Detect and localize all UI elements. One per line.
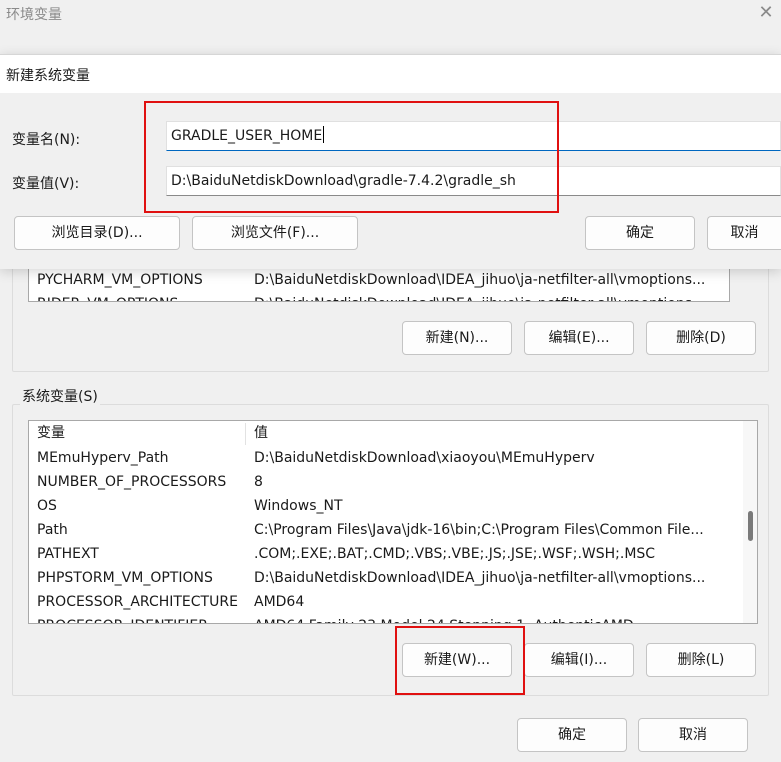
variable-name-text: GRADLE_USER_HOME [171,128,323,144]
vertical-scrollbar[interactable] [743,421,757,623]
user-delete-button[interactable]: 删除(D) [646,321,756,355]
table-row[interactable]: PROCESSOR_ARCHITECTURE AMD64 [29,590,757,614]
table-row[interactable]: PATHEXT .COM;.EXE;.BAT;.CMD;.VBS;.VBE;.J… [29,542,757,566]
system-vars-list[interactable]: 变量 值 MEmuHyperv_Path D:\BaiduNetdiskDown… [28,420,758,624]
var-name: RIDER_VM_OPTIONS [37,292,178,301]
window-title: 环境变量 [6,7,62,23]
column-header-var[interactable]: 变量 [37,421,65,445]
variable-name-input[interactable]: GRADLE_USER_HOME [166,121,781,151]
var-name: PROCESSOR_ARCHITECTURE [37,594,238,610]
dialog-ok-button[interactable]: 确定 [585,216,695,250]
outer-cancel-button[interactable]: 取消 [638,718,748,752]
table-row[interactable]: NUMBER_OF_PROCESSORS 8 [29,470,757,494]
var-value: D:\BaiduNetdiskDownload\IDEA_jihuo\ja-ne… [254,570,706,586]
system-delete-button[interactable]: 删除(L) [646,643,756,677]
variable-name-label: 变量名(N): [12,132,81,148]
var-value: AMD64 Family 23 Model 24 Stepping 1, Aut… [254,614,734,623]
scrollbar-thumb[interactable] [748,511,753,541]
table-row[interactable]: MEmuHyperv_Path D:\BaiduNetdiskDownload\… [29,446,757,470]
column-header-value[interactable]: 值 [254,421,734,445]
user-edit-button[interactable]: 编辑(E)... [524,321,634,355]
var-name: OS [37,498,57,514]
text-caret [323,126,325,143]
var-value: Windows_NT [254,498,343,514]
var-value: D:\BaiduNetdiskDownload\IDEA_jihuo\ja-ne… [254,292,729,301]
var-name: PROCESSOR_IDENTIFIER [37,614,208,623]
var-value: C:\Program Files\Java\jdk-16\bin;C:\Prog… [254,522,704,538]
var-value: D:\BaiduNetdiskDownload\IDEA_jihuo\ja-ne… [254,272,706,288]
system-new-button[interactable]: 新建(W)... [402,643,512,677]
table-row[interactable]: OS Windows_NT [29,494,757,518]
dialog-titlebar[interactable]: 新建系统变量 [0,55,781,93]
new-system-variable-dialog: 新建系统变量 变量名(N): GRADLE_USER_HOME 变量值(V): … [0,54,781,269]
dialog-body: 变量名(N): GRADLE_USER_HOME 变量值(V): D:\Baid… [0,93,781,269]
var-name: NUMBER_OF_PROCESSORS [37,474,227,490]
var-name: PATHEXT [37,546,99,562]
close-icon[interactable]: ✕ [755,2,777,24]
var-value: D:\BaiduNetdiskDownload\xiaoyou\MEmuHype… [254,450,595,466]
column-divider[interactable] [245,423,246,445]
table-row[interactable]: PROCESSOR_IDENTIFIER AMD64 Family 23 Mod… [29,614,757,623]
list-item[interactable]: PYCHARM_VM_OPTIONS D:\BaiduNetdiskDownlo… [29,268,729,292]
dialog-cancel-button[interactable]: 取消 [707,216,781,250]
table-header: 变量 值 [29,421,757,445]
var-value: 8 [254,474,263,490]
var-value: AMD64 [254,594,305,610]
browse-file-button[interactable]: 浏览文件(F)... [192,216,358,250]
var-name: PHPSTORM_VM_OPTIONS [37,570,213,586]
table-row[interactable]: PHPSTORM_VM_OPTIONS D:\BaiduNetdiskDownl… [29,566,757,590]
variable-value-label: 变量值(V): [12,176,80,192]
browse-directory-button[interactable]: 浏览目录(D)... [14,216,180,250]
user-new-button[interactable]: 新建(N)... [402,321,512,355]
variable-value-input[interactable]: D:\BaiduNetdiskDownload\gradle-7.4.2\gra… [166,166,781,196]
dialog-title: 新建系统变量 [6,68,90,84]
table-row[interactable]: Path C:\Program Files\Java\jdk-16\bin;C:… [29,518,757,542]
system-edit-button[interactable]: 编辑(I)... [524,643,634,677]
list-item[interactable]: RIDER_VM_OPTIONS D:\BaiduNetdiskDownload… [29,292,729,301]
system-vars-label: 系统变量(S) [20,386,100,406]
var-name: Path [37,522,68,538]
var-value: .COM;.EXE;.BAT;.CMD;.VBS;.VBE;.JS;.JSE;.… [254,546,656,562]
outer-ok-button[interactable]: 确定 [517,718,627,752]
var-name: MEmuHyperv_Path [37,450,169,466]
var-name: PYCHARM_VM_OPTIONS [37,272,203,288]
variable-value-text: D:\BaiduNetdiskDownload\gradle-7.4.2\gra… [171,173,516,189]
